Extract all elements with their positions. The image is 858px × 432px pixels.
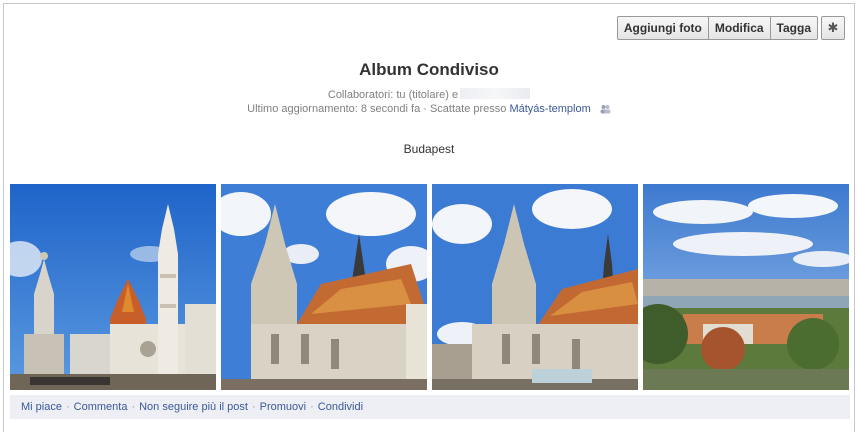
location-link[interactable]: Mátyás-templom [509,103,590,115]
update-info: Ultimo aggiornamento: 8 secondi fa · Sca… [0,103,858,117]
album-description: Budapest [403,142,455,156]
separator: · [310,401,314,413]
separator: · [65,401,70,413]
photo-grid [10,184,850,390]
separator: · [251,401,256,413]
collaborators-line: Collaboratori: tu (titolare) e [0,88,858,101]
share-link[interactable]: Condividi [318,401,363,413]
post-actions-bar: Mi piace · Commenta · Non seguire più il pos… [10,395,850,419]
collaborators-label: Collaboratori: tu (titolare) e [327,89,459,101]
photo-thumbnail[interactable] [10,184,216,390]
settings-button[interactable]: ✱ [821,16,845,40]
tag-button[interactable]: Tagga [770,16,818,40]
gear-icon: ✱ [827,20,839,35]
photo-thumbnail[interactable] [432,184,638,390]
album-title: Album Condiviso [359,60,499,79]
promote-link[interactable]: Promuovi [260,401,306,413]
people-icon[interactable] [600,104,611,117]
updated-text: Ultimo aggiornamento: 8 secondi fa · Sca… [247,103,507,115]
album-toolbar: Aggiungi foto Modifica Tagga [616,16,818,40]
photo-thumbnail[interactable] [643,184,849,390]
comment-link[interactable]: Commenta [74,401,128,413]
like-link[interactable]: Mi piace [21,401,62,413]
add-photos-button[interactable]: Aggiungi foto [616,16,709,40]
redacted-collaborator [460,88,531,99]
unfollow-link[interactable]: Non seguire più il post [139,401,248,413]
edit-button[interactable]: Modifica [708,16,771,40]
photo-thumbnail[interactable] [221,184,427,390]
separator: · [131,401,136,413]
